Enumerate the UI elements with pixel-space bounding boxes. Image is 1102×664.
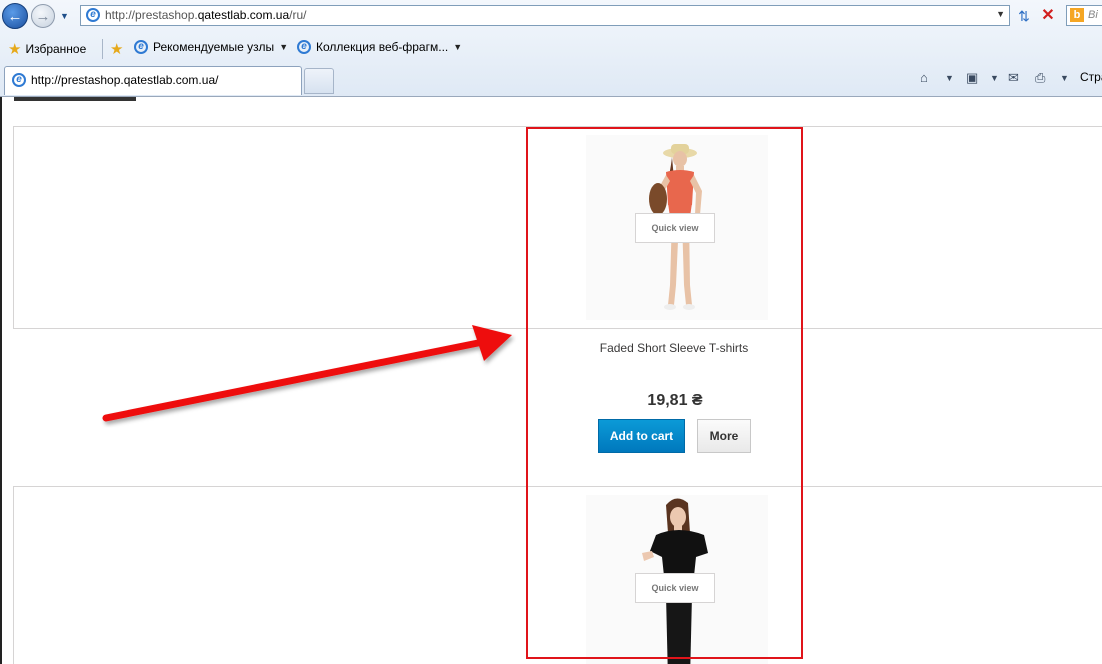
favorites-label: Избранное [25,42,87,56]
star-icon: ★ [8,41,22,58]
ie-page-icon: e [86,8,100,22]
separator [102,39,103,59]
web-slice-gallery-label: Коллекция веб-фрагм... [316,40,449,54]
tab-bar: e http://prestashop.qatestlab.com.ua/ ⌂ … [0,64,1102,96]
arrow-annotation [102,325,512,422]
web-slice-gallery-link[interactable]: e Коллекция веб-фрагм... ▼ [297,40,462,54]
home-dropdown-icon[interactable]: ▼ [945,73,954,83]
page-menu[interactable]: Стра [1080,70,1102,84]
add-favorite-star-icon: ★ [110,41,124,58]
home-icon[interactable]: ⌂ [920,70,928,85]
address-bar[interactable]: e http://prestashop.qatestlab.com.ua/ru/… [80,5,1010,26]
page-content: Quick view Faded Short Sleeve T-shirts 1… [0,97,1102,664]
ie-page-icon: e [297,40,311,54]
back-button[interactable]: ← [2,3,28,29]
chevron-down-icon: ▼ [453,42,463,52]
arrow-left-icon: ← [7,7,23,25]
new-tab-button[interactable] [304,68,334,94]
address-dropdown-icon[interactable]: ▼ [996,9,1005,19]
refresh-icon[interactable]: ⇅ [1014,6,1034,26]
address-url[interactable]: http://prestashop.qatestlab.com.ua/ru/ [105,8,306,22]
search-placeholder: Bi [1088,9,1098,21]
stop-icon[interactable]: ✕ [1038,6,1058,26]
ie-page-icon: e [134,40,148,54]
bing-icon: b [1070,8,1084,22]
recommended-sites-label: Рекомендуемые узлы [153,40,275,54]
tab-title: http://prestashop.qatestlab.com.ua/ [31,73,219,87]
favorites-button[interactable]: ★ Избранное [8,40,86,58]
arrow-right-icon: → [35,7,51,25]
forward-button[interactable]: → [31,4,55,28]
ie-page-icon: e [12,73,26,87]
mail-icon[interactable]: ✉ [1008,70,1019,86]
tab-active[interactable]: e http://prestashop.qatestlab.com.ua/ [4,66,302,95]
print-icon[interactable]: ⎙ [1035,70,1045,86]
recent-pages-dropdown[interactable]: ▼ [60,11,69,21]
favorites-bar: ★ Избранное ★ e Рекомендуемые узлы ▼ e К… [0,36,1102,62]
browser-chrome: ← → ▼ e http://prestashop.qatestlab.com.… [0,0,1102,97]
recommended-sites-link[interactable]: e Рекомендуемые узлы ▼ [134,40,288,54]
print-dropdown-icon[interactable]: ▼ [1060,73,1069,83]
rss-dropdown-icon[interactable]: ▼ [990,73,999,83]
chevron-down-icon: ▼ [279,42,289,52]
rss-icon[interactable]: ▣ [966,70,978,86]
add-favorite-button[interactable]: ★ [110,40,127,58]
search-box[interactable]: b Bi [1066,5,1102,26]
